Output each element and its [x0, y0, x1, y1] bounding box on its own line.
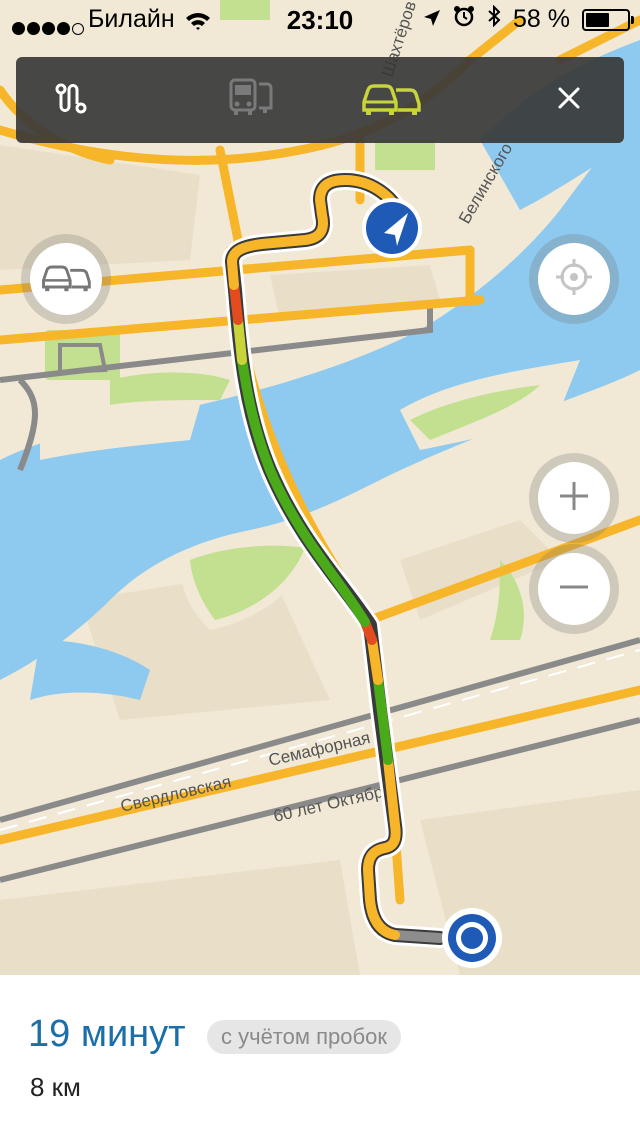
locate-me-button[interactable]: [538, 243, 610, 315]
cars-icon: [360, 80, 422, 121]
route-options-button[interactable]: [16, 57, 126, 143]
route-duration: 19 минут: [28, 1013, 186, 1055]
route-distance: 8 км: [30, 1072, 81, 1102]
zoom-out-button[interactable]: [538, 553, 610, 625]
close-button[interactable]: [514, 57, 624, 143]
location-arrow-icon: [423, 5, 441, 34]
bluetooth-icon: [487, 4, 501, 34]
minus-icon: [557, 570, 591, 609]
zoom-in-button[interactable]: [538, 462, 610, 534]
crosshair-icon: [554, 257, 594, 302]
public-transport-button[interactable]: [196, 57, 306, 143]
traffic-note-badge: с учётом пробок: [207, 1020, 401, 1054]
plus-icon: [557, 479, 591, 518]
car-traffic-button[interactable]: [336, 57, 446, 143]
close-icon: [557, 86, 581, 115]
alarm-icon: [453, 5, 475, 34]
origin-marker[interactable]: [442, 908, 502, 968]
route-summary-panel[interactable]: 19 минут с учётом пробок 8 км: [0, 975, 640, 1136]
traffic-icon: [40, 262, 92, 297]
destination-marker[interactable]: [362, 198, 422, 258]
battery-percent: 58 %: [513, 5, 570, 33]
bus-icon: [227, 78, 275, 123]
transport-mode-bar: [16, 57, 624, 143]
traffic-layer-button[interactable]: [30, 243, 102, 315]
battery-icon: [582, 8, 634, 31]
status-bar: Билайн 23:10 58 %: [0, 0, 640, 40]
route-icon: [54, 80, 88, 121]
